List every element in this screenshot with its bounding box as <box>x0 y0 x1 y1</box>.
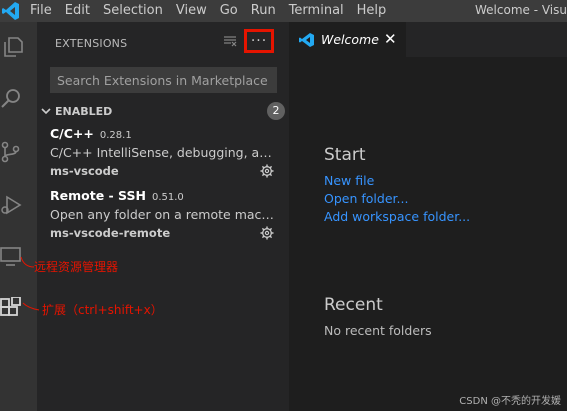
search-icon[interactable] <box>0 88 22 110</box>
extension-description: Open any folder on a remote machine... <box>50 207 278 222</box>
more-actions-button[interactable]: ··· <box>247 33 271 49</box>
editor-area: Welcome ✕ Start New file Open folder... … <box>289 22 567 411</box>
menu-go[interactable]: Go <box>220 3 238 18</box>
extensions-annotation: 扩展（ctrl+shift+x） <box>42 303 163 317</box>
close-icon[interactable]: ✕ <box>384 30 397 48</box>
extensions-sidebar: EXTENSIONS ··· ENABLED 2 C/C++ 0.28.1 C/C… <box>37 22 289 411</box>
tab-label: Welcome <box>321 32 379 47</box>
extension-name: Remote - SSH 0.51.0 <box>50 188 184 203</box>
no-recent-text: No recent folders <box>324 323 432 338</box>
activity-bar <box>0 22 37 411</box>
watermark: CSDN @不秃的开发媛 <box>459 396 561 407</box>
extension-publisher: ms-vscode-remote <box>50 226 171 240</box>
list-item[interactable]: Remote - SSH 0.51.0 Open any folder on a … <box>37 188 289 248</box>
menu-run[interactable]: Run <box>251 3 276 18</box>
remote-explorer-annotation: 远程资源管理器 <box>34 260 119 274</box>
clear-filter-icon[interactable] <box>223 34 237 48</box>
run-debug-icon[interactable] <box>0 194 22 216</box>
gear-icon[interactable] <box>260 164 274 178</box>
search-box <box>50 67 277 93</box>
gear-icon[interactable] <box>260 226 274 240</box>
open-folder-link[interactable]: Open folder... <box>324 191 408 206</box>
list-item[interactable]: C/C++ 0.28.1 C/C++ IntelliSense, debuggin… <box>37 126 289 186</box>
menu-selection[interactable]: Selection <box>103 3 163 18</box>
extensions-search-input[interactable] <box>51 68 276 92</box>
chevron-down-icon <box>41 108 51 115</box>
menu-help[interactable]: Help <box>357 3 387 18</box>
menu-terminal[interactable]: Terminal <box>289 3 344 18</box>
add-workspace-folder-link[interactable]: Add workspace folder... <box>324 209 470 224</box>
extensions-icon[interactable] <box>0 297 22 319</box>
count-badge: 2 <box>267 102 285 120</box>
vscode-logo-icon <box>2 2 19 20</box>
menu-edit[interactable]: Edit <box>65 3 90 18</box>
extension-version: 0.51.0 <box>151 192 184 203</box>
annotation-pointer <box>22 302 40 311</box>
tab-strip: Welcome ✕ <box>289 22 567 57</box>
extension-name: C/C++ 0.28.1 <box>50 126 132 141</box>
extension-description: C/C++ IntelliSense, debugging, and c... <box>50 145 278 160</box>
extension-title: Remote - SSH <box>50 188 146 203</box>
window-title: Welcome - Visu <box>475 3 567 17</box>
tab-welcome[interactable]: Welcome ✕ <box>289 22 406 57</box>
recent-heading: Recent <box>324 295 383 315</box>
extension-publisher: ms-vscode <box>50 164 119 178</box>
enabled-section-header[interactable]: ENABLED 2 <box>37 102 289 122</box>
menu-file[interactable]: File <box>30 3 52 18</box>
sidebar-title: EXTENSIONS <box>55 37 128 50</box>
new-file-link[interactable]: New file <box>324 173 374 188</box>
extension-title: C/C++ <box>50 126 94 141</box>
explorer-icon[interactable] <box>2 36 24 58</box>
start-heading: Start <box>324 145 366 165</box>
vscode-tab-icon <box>299 33 314 47</box>
title-bar: File Edit Selection View Go Run Terminal Help W… <box>0 0 567 22</box>
more-actions-highlight: ··· <box>244 29 274 53</box>
menu-view[interactable]: View <box>176 3 207 18</box>
section-label: ENABLED <box>55 105 113 118</box>
menu-bar: File Edit Selection View Go Run Terminal Help <box>30 3 399 18</box>
source-control-icon[interactable] <box>0 141 22 163</box>
remote-explorer-icon[interactable] <box>0 246 22 268</box>
extension-version: 0.28.1 <box>99 130 132 141</box>
